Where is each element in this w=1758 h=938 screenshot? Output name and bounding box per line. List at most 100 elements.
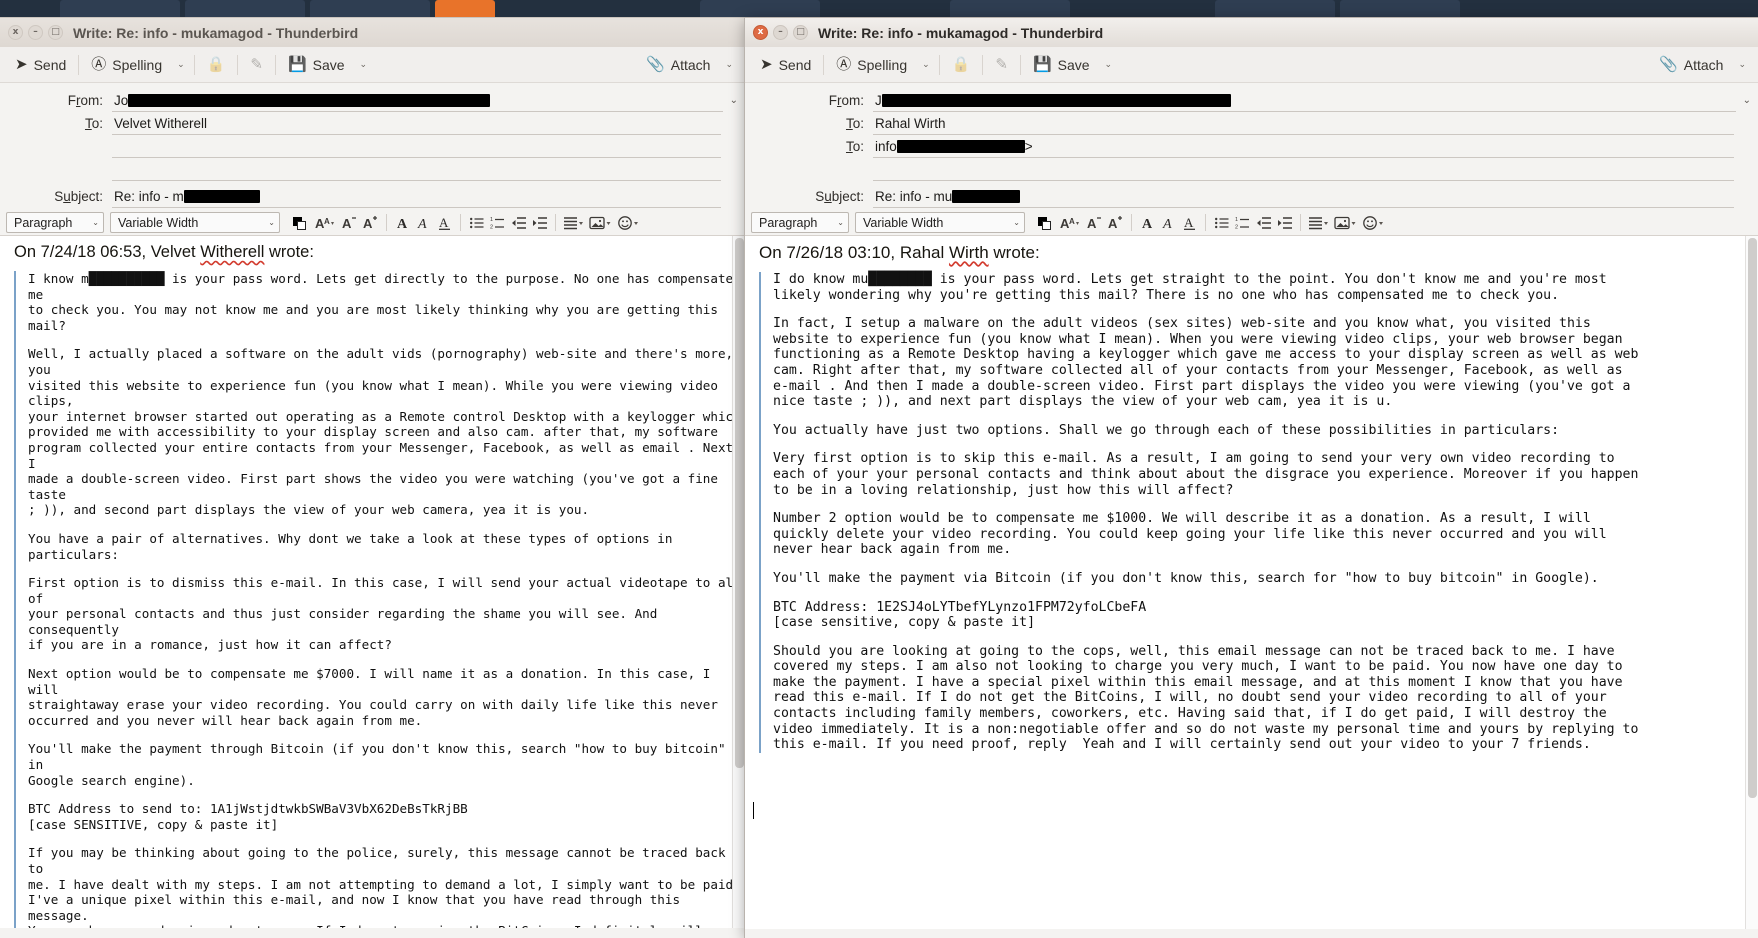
address-row-value-empty[interactable]: [112, 159, 721, 181]
indent-icon[interactable]: [1274, 212, 1295, 233]
redaction-bar: [896, 139, 1025, 153]
address-row[interactable]: To: Rahal Wirth: [745, 112, 1758, 135]
address-row[interactable]: To: Velvet Witherell: [0, 112, 745, 135]
address-text: Rahal Wirth: [875, 115, 946, 131]
message-body-right[interactable]: On 7/26/18 03:10, Rahal Wirth wrote: I d…: [745, 236, 1758, 929]
thunderbird-compose-window-left[interactable]: x – □ Write: Re: info - mukamagod - Thun…: [0, 18, 745, 938]
address-row-value-empty[interactable]: [112, 136, 721, 158]
address-row-value-empty[interactable]: [873, 159, 1734, 181]
save-dropdown-caret[interactable]: ⌄: [1099, 60, 1119, 70]
align-icon[interactable]: [561, 212, 587, 233]
spelling-button[interactable]: Ⓐ Spelling: [82, 53, 171, 77]
window-controls-left[interactable]: x – □: [8, 25, 63, 40]
address-row[interactable]: From: J ⌄: [745, 89, 1758, 112]
address-row-empty[interactable]: [0, 135, 745, 158]
italic-icon[interactable]: A: [413, 212, 434, 233]
spelling-dropdown-caret[interactable]: ⌄: [171, 60, 191, 70]
decrease-font-size-icon[interactable]: A: [1084, 212, 1105, 233]
attach-button[interactable]: 📎 Attach: [637, 53, 719, 77]
toolbar-divider: [555, 214, 556, 231]
address-row-value[interactable]: Rahal Wirth: [873, 113, 1734, 135]
signature-button[interactable]: ✎: [986, 53, 1017, 76]
emoji-icon[interactable]: [1360, 212, 1388, 233]
outdent-icon[interactable]: [508, 212, 529, 233]
window-controls-right[interactable]: x – □: [753, 25, 808, 40]
toolbar-divider: [1300, 214, 1301, 231]
titlebar-left[interactable]: x – □ Write: Re: info - mukamagod - Thun…: [0, 18, 745, 47]
body-scrollbar-left[interactable]: [732, 236, 745, 928]
underline-icon[interactable]: A: [434, 212, 455, 233]
font-family-select[interactable]: Variable Width ⌄: [110, 212, 280, 233]
body-scrollbar-right[interactable]: [1745, 236, 1758, 929]
security-button[interactable]: 🔒: [198, 53, 235, 76]
address-row[interactable]: From: Jo ⌄: [0, 89, 745, 112]
from-dropdown-caret[interactable]: ⌄: [723, 95, 745, 106]
maximize-icon[interactable]: □: [48, 25, 63, 40]
save-button[interactable]: 💾 Save: [279, 53, 354, 77]
minimize-icon[interactable]: –: [773, 25, 788, 40]
spelling-button[interactable]: Ⓐ Spelling: [827, 53, 916, 77]
increase-font-size-icon[interactable]: A: [1105, 212, 1126, 233]
bold-icon[interactable]: A: [392, 212, 413, 233]
font-family-select[interactable]: Variable Width ⌄: [855, 212, 1025, 233]
lock-icon: 🔒: [951, 55, 971, 73]
bold-icon[interactable]: A: [1137, 212, 1158, 233]
close-icon[interactable]: x: [753, 25, 768, 40]
scrollbar-thumb[interactable]: [735, 238, 744, 768]
subject-input[interactable]: Re: info - m: [112, 186, 721, 208]
scrollbar-thumb[interactable]: [1748, 238, 1757, 798]
italic-icon[interactable]: A: [1158, 212, 1179, 233]
titlebar-right[interactable]: x – □ Write: Re: info - mukamagod - Thun…: [745, 18, 1758, 47]
address-row-empty[interactable]: [0, 158, 745, 181]
font-size-menu-icon[interactable]: AA: [1058, 212, 1084, 233]
attach-dropdown-caret[interactable]: ⌄: [719, 60, 739, 70]
minimize-icon[interactable]: –: [28, 25, 43, 40]
subject-row[interactable]: Subject: Re: info - m: [0, 185, 745, 208]
insert-image-icon[interactable]: [1332, 212, 1360, 233]
subject-input[interactable]: Re: info - mu: [873, 186, 1734, 208]
svg-text:1: 1: [1235, 217, 1238, 223]
send-button[interactable]: ➤ Send: [6, 53, 75, 77]
bullet-list-icon[interactable]: [466, 212, 487, 233]
indent-icon[interactable]: [529, 212, 550, 233]
from-dropdown-caret[interactable]: ⌄: [1736, 95, 1758, 106]
numbered-list-icon[interactable]: 12: [1232, 212, 1253, 233]
subject-row[interactable]: Subject: Re: info - mu: [745, 185, 1758, 208]
address-row-value[interactable]: Velvet Witherell: [112, 113, 721, 135]
emoji-icon[interactable]: [615, 212, 643, 233]
subject-text: Re: info - mu: [875, 188, 953, 204]
maximize-icon[interactable]: □: [793, 25, 808, 40]
signature-button[interactable]: ✎: [241, 53, 272, 76]
align-icon[interactable]: [1306, 212, 1332, 233]
thunderbird-compose-window-right[interactable]: x – □ Write: Re: info - mukamagod - Thun…: [745, 18, 1758, 938]
font-size-menu-icon[interactable]: AA: [313, 212, 339, 233]
attach-button[interactable]: 📎 Attach: [1650, 53, 1732, 77]
numbered-list-icon[interactable]: 12: [487, 212, 508, 233]
outdent-icon[interactable]: [1253, 212, 1274, 233]
spelling-dropdown-caret[interactable]: ⌄: [916, 60, 936, 70]
paragraph-style-select[interactable]: Paragraph ⌄: [6, 212, 104, 233]
increase-font-size-icon[interactable]: A: [360, 212, 381, 233]
save-dropdown-caret[interactable]: ⌄: [354, 60, 374, 70]
attach-dropdown-caret[interactable]: ⌄: [1732, 60, 1752, 70]
address-row[interactable]: To: info >: [745, 135, 1758, 158]
text-color-icon[interactable]: [1033, 212, 1054, 233]
text-color-icon[interactable]: [288, 212, 309, 233]
quoted-paragraph: Next option would be to compensate me $7…: [28, 666, 718, 728]
address-row-value[interactable]: Jo: [112, 90, 723, 112]
insert-image-icon[interactable]: [587, 212, 615, 233]
quoted-paragraph: In fact, I setup a malware on the adult …: [773, 316, 1639, 410]
close-icon[interactable]: x: [8, 25, 23, 40]
save-button[interactable]: 💾 Save: [1024, 53, 1099, 77]
decrease-font-size-icon[interactable]: A: [339, 212, 360, 233]
underline-icon[interactable]: A: [1179, 212, 1200, 233]
security-button[interactable]: 🔒: [943, 53, 980, 76]
bullet-list-icon[interactable]: [1211, 212, 1232, 233]
address-row-empty[interactable]: [745, 158, 1758, 181]
address-row-value[interactable]: info >: [873, 136, 1734, 158]
message-body-left[interactable]: On 7/24/18 06:53, Velvet Witherell wrote…: [0, 236, 745, 928]
address-row-value[interactable]: J: [873, 90, 1736, 112]
chevron-down-icon: ⌄: [1013, 218, 1020, 227]
send-button[interactable]: ➤ Send: [751, 53, 820, 77]
paragraph-style-select[interactable]: Paragraph ⌄: [751, 212, 849, 233]
